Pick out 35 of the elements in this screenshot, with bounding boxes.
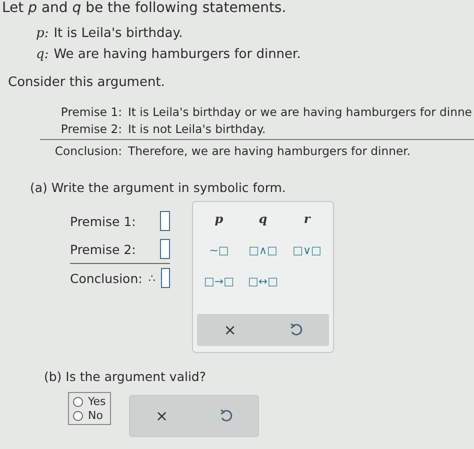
- consider-text: Consider this argument.: [8, 75, 166, 90]
- operator-key[interactable]: □∨□: [292, 244, 322, 257]
- argument-text: It is Leila's birthday or we are having hamburgers for dinne: [128, 105, 472, 119]
- clear-button[interactable]: ×: [215, 321, 245, 339]
- argument-label: Premise 2:: [60, 122, 122, 136]
- answer-box[interactable]: [160, 239, 170, 259]
- form-label: Conclusion:: [70, 270, 142, 286]
- radio-option[interactable]: No: [73, 409, 106, 422]
- statement-text: We are having hamburgers for dinner.: [54, 47, 301, 62]
- variable-key[interactable]: q: [248, 212, 278, 226]
- form-label: Premise 1:: [70, 214, 136, 228]
- argument-text: Therefore, we are having hamburgers for dinner.: [128, 144, 410, 158]
- operator-key[interactable]: □↔□: [248, 275, 278, 288]
- intro-text: Let p and q be the following statements.: [2, 0, 288, 18]
- argument-text: It is not Leila's birthday.: [128, 122, 266, 136]
- argument-label: Conclusion:: [54, 144, 122, 158]
- undo-icon: [289, 323, 303, 337]
- operator-key[interactable]: □∧□: [248, 244, 278, 257]
- part-a-prompt: (a) Write the argument in symbolic form.: [30, 180, 287, 195]
- radio-option[interactable]: Yes: [73, 395, 106, 408]
- form-label: Premise 2:: [70, 242, 136, 256]
- operator-key[interactable]: □→□: [204, 275, 234, 288]
- statement-text: It is Leila's birthday.: [54, 26, 183, 41]
- part-b-prompt: (b) Is the argument valid?: [44, 369, 207, 384]
- undo-icon: [218, 409, 233, 423]
- variable-key[interactable]: p: [204, 212, 234, 226]
- operator-key[interactable]: ~□: [209, 244, 229, 257]
- therefore-symbol: ∴: [148, 272, 156, 284]
- answer-box[interactable]: [161, 268, 170, 288]
- variable-key[interactable]: r: [292, 212, 322, 226]
- variable-label: p:: [36, 26, 49, 41]
- variable-label: q:: [36, 47, 49, 62]
- clear-button[interactable]: ×: [146, 407, 177, 425]
- argument-label: Premise 1:: [60, 105, 122, 119]
- answer-box[interactable]: [160, 211, 170, 231]
